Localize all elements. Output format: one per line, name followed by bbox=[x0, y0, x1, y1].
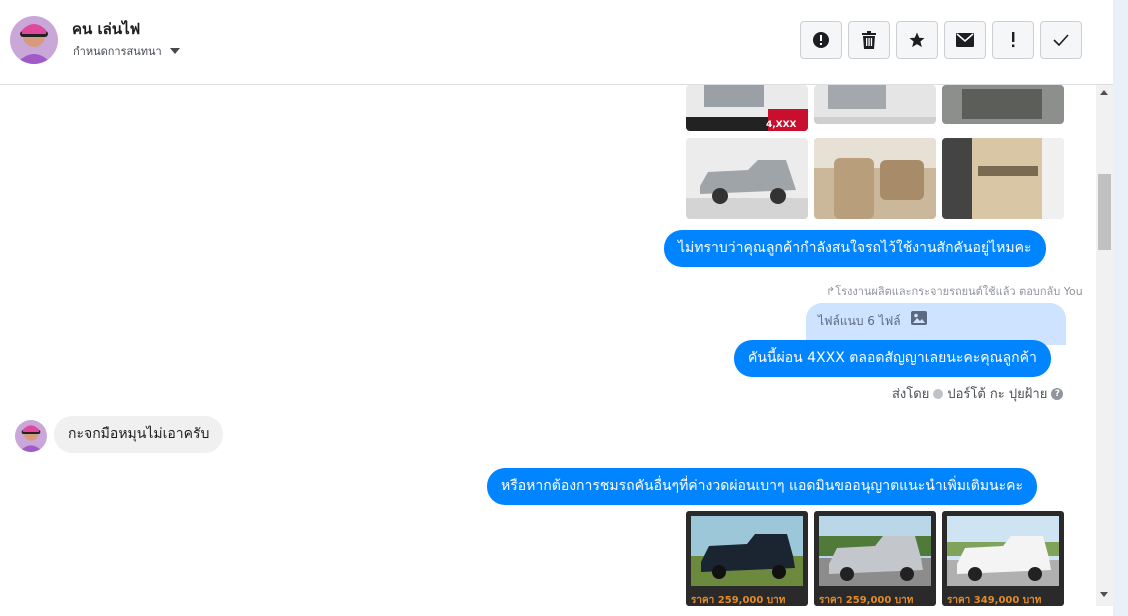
conversation-header: คน เล่นไฟ กำหนดการสนทนา bbox=[0, 0, 1113, 85]
message-bubble-incoming[interactable]: กะจกมือหมุนไม่เอาครับ bbox=[54, 416, 224, 453]
car-photo[interactable]: 4,XXX bbox=[686, 85, 808, 131]
messenger-inbox: คน เล่นไฟ กำหนดการสนทนา 4,XXX ไม่ทราบว่า… bbox=[0, 0, 1128, 616]
conversation-options[interactable]: กำหนดการสนทนา bbox=[73, 42, 180, 60]
check-icon bbox=[1053, 34, 1069, 46]
exclamation-icon bbox=[1012, 32, 1015, 48]
follow-up-button[interactable] bbox=[992, 21, 1034, 59]
attachment-label[interactable]: ไฟล์แนบ 6 ไฟล์ bbox=[806, 303, 1066, 345]
trash-icon bbox=[862, 31, 876, 49]
delete-button[interactable] bbox=[848, 21, 890, 59]
image-icon bbox=[910, 311, 927, 325]
sent-by-label: ส่งโดย bbox=[892, 387, 930, 402]
car-photo[interactable] bbox=[814, 138, 936, 219]
promo-price: ราคา 349,000 บาท bbox=[947, 595, 1042, 606]
promo-price: ราคา 259,000 บาท bbox=[819, 595, 914, 606]
spam-button[interactable] bbox=[800, 21, 842, 59]
mark-unread-button[interactable] bbox=[944, 21, 986, 59]
conversation-options-label: กำหนดการสนทนา bbox=[73, 45, 162, 58]
promo-price: ราคา 259,000 บาท bbox=[691, 595, 786, 606]
attachment-count: ไฟล์แนบ 6 ไฟล์ bbox=[818, 314, 901, 328]
reply-meta-text: โรงงานผลิตและกระจายรถยนต์ใช้แล้ว ตอบกลับ… bbox=[835, 285, 1083, 298]
header-toolbar bbox=[800, 21, 1082, 59]
contact-avatar[interactable] bbox=[15, 420, 47, 452]
scrollbar-thumb[interactable] bbox=[1098, 174, 1111, 250]
reply-icon: ↱ bbox=[826, 285, 836, 298]
alert-circle-icon bbox=[813, 32, 829, 48]
car-photo[interactable] bbox=[942, 85, 1064, 124]
window-edge bbox=[1113, 0, 1128, 616]
star-button[interactable] bbox=[896, 21, 938, 59]
help-icon[interactable]: ? bbox=[1051, 387, 1064, 400]
thumb-price-text: 4,XXX bbox=[766, 120, 797, 130]
contact-name[interactable]: คน เล่นไฟ bbox=[72, 17, 140, 41]
scrollbar-track[interactable] bbox=[1096, 85, 1113, 606]
sent-by-name[interactable]: ปอร์โต้ กะ ปุยฝ้าย bbox=[947, 383, 1047, 404]
message-bubble-outgoing[interactable]: ไม่ทราบว่าคุณลูกค้ากำลังสนใจรถไว้ใช้งานส… bbox=[664, 230, 1046, 267]
car-photo[interactable] bbox=[814, 85, 936, 124]
message-bubble-outgoing[interactable]: คันนี้ผ่อน 4XXX ตลอดสัญญาเลยนะคะคุณลูกค้… bbox=[734, 340, 1051, 377]
car-photo[interactable] bbox=[942, 138, 1064, 219]
sent-by: ส่งโดย ปอร์โต้ กะ ปุยฝ้าย ? bbox=[892, 383, 1064, 404]
car-photo[interactable] bbox=[686, 138, 808, 219]
scroll-up-arrow-icon[interactable] bbox=[1100, 90, 1108, 95]
car-promo-card[interactable]: ราคา 259,000 บาท bbox=[814, 511, 936, 606]
message-bubble-outgoing[interactable]: หรือหากต้องการชมรถคันอื่นๆที่ค่างวดผ่อนเ… bbox=[487, 468, 1038, 505]
done-button[interactable] bbox=[1040, 21, 1082, 59]
verified-dot-icon bbox=[933, 388, 944, 399]
reply-meta: ↱โรงงานผลิตและกระจายรถยนต์ใช้แล้ว ตอบกลั… bbox=[826, 282, 1083, 300]
avatar[interactable] bbox=[10, 16, 58, 64]
car-promo-card[interactable]: ราคา 259,000 บาท bbox=[686, 511, 808, 606]
star-icon bbox=[909, 32, 925, 48]
caret-down-icon bbox=[169, 48, 180, 54]
envelope-icon bbox=[956, 33, 974, 47]
scroll-down-arrow-icon[interactable] bbox=[1100, 592, 1108, 597]
car-promo-card[interactable]: ราคา 349,000 บาท bbox=[942, 511, 1064, 606]
